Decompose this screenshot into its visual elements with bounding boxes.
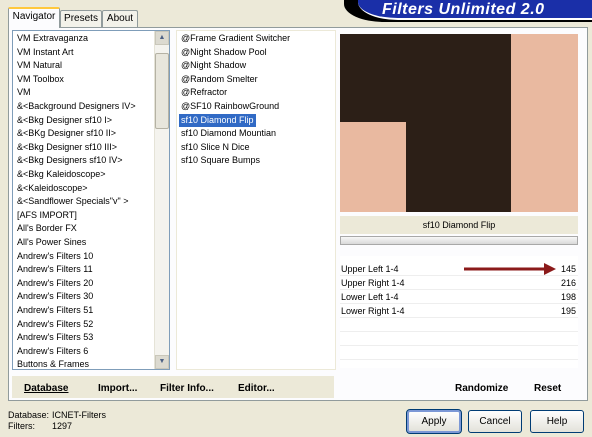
category-item[interactable]: &<Background Designers IV> <box>17 100 136 114</box>
category-item[interactable]: &<Bkg Designers sf10 IV> <box>17 154 123 168</box>
filter-item[interactable]: @Frame Gradient Switcher <box>181 32 290 46</box>
param-row[interactable]: Lower Right 1-4 195 <box>340 304 578 318</box>
category-item[interactable]: &<Bkg Kaleidoscope> <box>17 168 106 182</box>
preview-progress-bar <box>340 236 578 245</box>
database-button[interactable]: Database <box>24 383 68 394</box>
param-label: Upper Left 1-4 <box>341 264 399 274</box>
category-item[interactable]: Andrew's Filters 53 <box>17 331 93 345</box>
param-label: Upper Right 1-4 <box>341 278 405 288</box>
category-item[interactable]: Andrew's Filters 20 <box>17 277 93 291</box>
preview-title: sf10 Diamond Flip <box>340 216 578 234</box>
filter-item[interactable]: @Random Smelter <box>181 73 258 87</box>
filter-item[interactable]: @Night Shadow Pool <box>181 46 267 60</box>
filter-item[interactable]: sf10 Slice N Dice <box>181 141 250 155</box>
category-item[interactable]: &<Bkg Designer sf10 I> <box>17 114 112 128</box>
param-row-empty <box>340 346 578 360</box>
category-item[interactable]: &<Bkg Designer sf10 III> <box>17 141 117 155</box>
category-scrollbar[interactable]: ▲ ▼ <box>154 31 169 369</box>
filters-label: Filters: <box>8 421 35 431</box>
category-item[interactable]: Andrew's Filters 6 <box>17 345 88 359</box>
title-banner: Filters Unlimited 2.0 <box>344 0 592 22</box>
scrollbar-thumb[interactable] <box>155 53 169 129</box>
randomize-button[interactable]: Randomize <box>455 383 508 394</box>
param-value[interactable]: 145 <box>561 262 576 276</box>
banner-title: Filters Unlimited 2.0 <box>382 1 545 18</box>
filter-item[interactable]: @Refractor <box>181 86 227 100</box>
filter-item[interactable]: sf10 Square Bumps <box>181 154 260 168</box>
param-value[interactable]: 195 <box>561 304 576 318</box>
filter-item[interactable]: @SF10 RainbowGround <box>181 100 279 114</box>
import-button[interactable]: Import... <box>98 383 137 394</box>
category-item[interactable]: [AFS IMPORT] <box>17 209 77 223</box>
preview-image <box>340 34 578 212</box>
category-item[interactable]: Buttons & Frames <box>17 358 89 369</box>
filter-list[interactable]: @Frame Gradient Switcher @Night Shadow Po… <box>176 30 336 370</box>
param-row-empty <box>340 332 578 346</box>
reset-button[interactable]: Reset <box>534 383 561 394</box>
filter-info-button[interactable]: Filter Info... <box>160 383 214 394</box>
param-row[interactable]: Lower Left 1-4 198 <box>340 290 578 304</box>
filter-item-selected[interactable]: sf10 Diamond Flip <box>179 113 256 128</box>
scroll-up-icon[interactable]: ▲ <box>155 31 169 45</box>
annotation-arrow <box>464 263 556 275</box>
category-item[interactable]: VM Instant Art <box>17 46 74 60</box>
category-item[interactable]: VM Natural <box>17 59 62 73</box>
tab-about[interactable]: About <box>102 10 138 27</box>
category-item[interactable]: Andrew's Filters 11 <box>17 263 93 277</box>
tab-presets[interactable]: Presets <box>60 10 102 27</box>
category-item[interactable]: Andrew's Filters 52 <box>17 318 93 332</box>
database-label: Database: <box>8 410 50 420</box>
filter-item[interactable]: sf10 Diamond Mountian <box>181 127 276 141</box>
category-item[interactable]: All's Border FX <box>17 222 77 236</box>
filters-value: 1297 <box>52 421 73 431</box>
help-button[interactable]: Help <box>530 410 584 433</box>
cancel-button[interactable]: Cancel <box>468 410 522 433</box>
param-value[interactable]: 198 <box>561 290 576 304</box>
param-row-empty <box>340 318 578 332</box>
category-item[interactable]: &<Kaleidoscope> <box>17 182 88 196</box>
category-item[interactable]: &<Sandflower Specials"v" > <box>17 195 128 209</box>
category-item[interactable]: VM Extravaganza <box>17 32 88 46</box>
category-item[interactable]: VM Toolbox <box>17 73 64 87</box>
database-value: ICNET-Filters <box>52 410 106 420</box>
category-item[interactable]: VM <box>17 86 31 100</box>
category-item[interactable]: &<BKg Designer sf10 II> <box>17 127 116 141</box>
scroll-down-icon[interactable]: ▼ <box>155 355 169 369</box>
param-value[interactable]: 216 <box>561 276 576 290</box>
param-label: Lower Left 1-4 <box>341 292 399 302</box>
category-item[interactable]: Andrew's Filters 10 <box>17 250 93 264</box>
editor-button[interactable]: Editor... <box>238 383 275 394</box>
param-label: Lower Right 1-4 <box>341 306 405 316</box>
category-list[interactable]: VM Extravaganza VM Instant Art VM Natural V… <box>12 30 170 370</box>
filter-item[interactable]: @Night Shadow <box>181 59 246 73</box>
category-item[interactable]: Andrew's Filters 30 <box>17 290 93 304</box>
category-item[interactable]: All's Power Sines <box>17 236 86 250</box>
tab-navigator[interactable]: Navigator <box>8 7 60 28</box>
category-item[interactable]: Andrew's Filters 51 <box>17 304 93 318</box>
apply-button[interactable]: Apply <box>406 409 462 434</box>
param-row[interactable]: Upper Right 1-4 216 <box>340 276 578 290</box>
